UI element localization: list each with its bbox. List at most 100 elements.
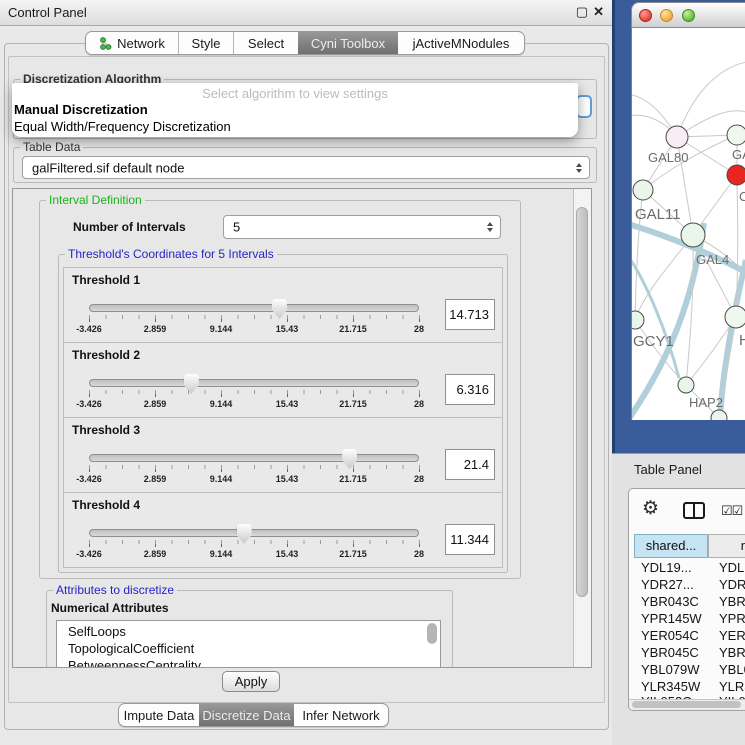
tick-label: 21.715 [339,474,367,484]
list-item[interactable]: TopologicalCoefficient [57,640,440,657]
node-gcy1[interactable] [632,311,644,329]
numerical-attributes-list: SelfLoops TopologicalCoefficient Between… [56,620,441,667]
tick-label: 9.144 [210,549,233,559]
tick-label: 21.715 [339,549,367,559]
tick-label: 15.43 [276,399,299,409]
node-bottom-partial[interactable] [711,410,727,420]
tab-impute-data[interactable]: Impute Data [119,704,199,726]
node-top-right[interactable] [727,125,745,145]
table-row[interactable]: YER054CYER0 [629,628,745,645]
threshold-label: Threshold 1 [72,273,140,287]
list-item[interactable]: SelfLoops [57,621,440,640]
threshold-value-input[interactable]: 14.713 [445,299,495,330]
tab-discretize-data[interactable]: Discretize Data [199,704,294,726]
threshold-value-input[interactable]: 21.4 [445,449,495,480]
table-row[interactable]: YDR27...YDR2 [629,577,745,594]
threshold-slider-track[interactable] [89,529,419,537]
tick-label: -3.426 [76,399,102,409]
threshold-value-input[interactable]: 11.344 [445,524,495,555]
close-traffic-light[interactable] [639,9,652,22]
tick-label: 28 [414,324,424,334]
popup-item-manual-discretization[interactable]: Manual Discretization [14,102,148,117]
table-row[interactable]: YBR043CYBR0 [629,594,745,611]
table-panel-box: ⚙ ☑☑ shared... n YDL19...YDL1 YDR27...YD… [628,488,745,711]
apply-button[interactable]: Apply [222,671,280,692]
column-header-name[interactable]: n [708,534,745,558]
minimize-traffic-light[interactable] [660,9,673,22]
combobox-value: 5 [233,220,240,235]
tab-label: Network [117,36,165,51]
popup-hint: Select algorithm to view settings [12,86,578,101]
node-gal80[interactable] [666,126,688,148]
bottom-tab-bar: Impute Data Discretize Data Infer Networ… [118,703,389,727]
top-tab-bar: Network Style Select Cyni Toolbox jActiv… [85,31,525,55]
node-red-selected[interactable] [727,165,745,185]
tick-label: 9.144 [210,399,233,409]
control-panel-window: Control Panel ▢ ✕ Network Style Select C… [0,0,612,745]
group-label: Attributes to discretize [53,584,177,597]
algorithm-combobox-focus-ring[interactable] [576,95,592,118]
zoom-traffic-light[interactable] [682,9,695,22]
tick-label: 28 [414,474,424,484]
list-item[interactable]: BetweennessCentrality [57,657,440,667]
network-icon [99,37,112,50]
tick-label: 28 [414,399,424,409]
tab-jactivemnodules[interactable]: jActiveMNodules [398,32,524,54]
tab-network[interactable]: Network [86,32,178,54]
node-h[interactable] [725,306,745,328]
close-icon[interactable]: ✕ [593,4,604,20]
group-label: Threshold's Coordinates for 5 Intervals [65,248,277,261]
table-row[interactable]: YPR145WYPR1 [629,611,745,628]
tick-label: 15.43 [276,549,299,559]
tick-label: 9.144 [210,474,233,484]
columns-icon[interactable] [683,502,705,519]
gear-icon[interactable]: ⚙ [642,497,659,520]
popup-item-equal-width[interactable]: Equal Width/Frequency Discretization [14,119,231,134]
num-intervals-select[interactable]: 5 [223,215,501,239]
tab-label: Impute Data [124,708,195,723]
table-data-group: Table Data galFiltered.sif default node [13,147,597,183]
node-label: GCY1 [633,333,674,350]
tick-label: 21.715 [339,399,367,409]
threshold-label: Threshold 4 [72,498,140,512]
table-row[interactable]: YDL19...YDL1 [629,560,745,577]
float-window-icon[interactable]: ▢ [576,4,588,20]
tick-label: 21.715 [339,324,367,334]
threshold-value-input[interactable]: 6.316 [445,374,495,405]
threshold-slider-track[interactable] [89,379,419,387]
network-canvas[interactable]: GAL80 GA C GAL11 GAL4 GCY1 H HAP2 [631,28,745,420]
checkboxes-icon[interactable]: ☑☑ [721,503,742,519]
scrollbar-thumb[interactable] [576,207,588,597]
scrollbar-thumb[interactable] [632,701,741,708]
node-gal4[interactable] [681,223,705,247]
combo-arrows-icon [487,222,493,232]
settings-scrollpane: Interval Definition Number of Intervals … [12,188,592,668]
tab-style[interactable]: Style [179,32,233,54]
main-scrollbar[interactable] [573,189,591,667]
threshold-label: Threshold 3 [72,423,140,437]
table-row[interactable]: YBR045CYBR0 [629,645,745,662]
group-label: Interval Definition [46,194,145,207]
threshold-slider-track[interactable] [89,304,419,312]
network-window-titlebar[interactable] [631,2,745,28]
table-row[interactable]: YBL079WYBL0 [629,662,745,679]
node-label: GAL11 [635,206,681,223]
combobox-value: galFiltered.sif default node [32,160,184,175]
combo-arrows-icon [576,163,582,173]
table-data-select[interactable]: galFiltered.sif default node [22,156,590,179]
tab-cyni-toolbox[interactable]: Cyni Toolbox [298,32,398,54]
tab-select[interactable]: Select [234,32,298,54]
threshold-row-4: Threshold 4 -3.426 2.859 9.144 15.43 21.… [63,492,503,568]
column-header-shared-name[interactable]: shared... [634,534,708,558]
node-label: GAL4 [696,252,729,267]
threshold-slider-track[interactable] [89,454,419,462]
node-hap2[interactable] [678,377,694,393]
tab-infer-network[interactable]: Infer Network [294,704,388,726]
node-gal11[interactable] [633,180,653,200]
horizontal-scrollbar[interactable] [629,699,745,710]
list-scrollbar[interactable] [427,623,437,644]
node-label: C [739,189,745,204]
tab-label: Discretize Data [202,708,290,723]
node-label: GAL80 [648,150,688,165]
threshold-label: Threshold 2 [72,348,140,362]
